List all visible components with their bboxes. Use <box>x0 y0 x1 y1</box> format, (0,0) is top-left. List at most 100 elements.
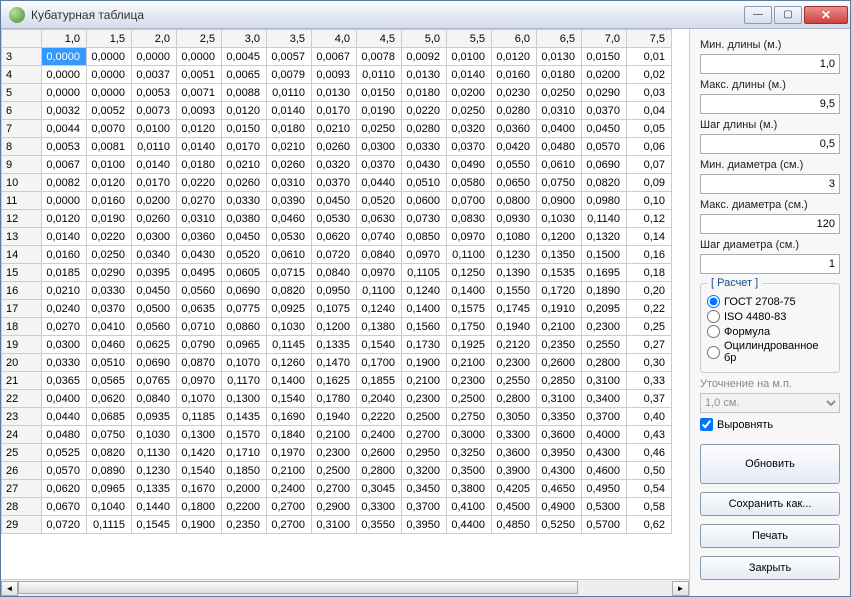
column-header[interactable]: 5,5 <box>447 30 492 48</box>
data-cell[interactable]: 0,0140 <box>42 228 87 246</box>
data-cell[interactable]: 0,0600 <box>402 192 447 210</box>
data-cell[interactable]: 0,0630 <box>357 210 402 228</box>
max-diameter-input[interactable] <box>700 214 840 234</box>
data-cell[interactable]: 0,62 <box>627 516 672 534</box>
data-cell[interactable]: 0,3050 <box>492 408 537 426</box>
data-cell[interactable]: 0,0820 <box>267 282 312 300</box>
column-header[interactable]: 2,5 <box>177 30 222 48</box>
data-cell[interactable]: 0,1745 <box>492 300 537 318</box>
column-header[interactable]: 7,0 <box>582 30 627 48</box>
row-header[interactable]: 5 <box>2 84 42 102</box>
data-cell[interactable]: 0,0840 <box>312 264 357 282</box>
data-cell[interactable]: 0,0067 <box>42 156 87 174</box>
data-cell[interactable]: 0,2700 <box>267 516 312 534</box>
data-cell[interactable]: 0,0565 <box>87 372 132 390</box>
row-header[interactable]: 11 <box>2 192 42 210</box>
data-cell[interactable]: 0,0965 <box>222 336 267 354</box>
data-cell[interactable]: 0,0073 <box>132 102 177 120</box>
data-cell[interactable]: 0,2700 <box>267 498 312 516</box>
horizontal-scrollbar[interactable]: ◄ ► <box>1 579 689 596</box>
maximize-button[interactable]: ▢ <box>774 6 802 24</box>
data-cell[interactable]: 0,0037 <box>132 66 177 84</box>
data-cell[interactable]: 0,1320 <box>582 228 627 246</box>
data-cell[interactable]: 0,0605 <box>222 264 267 282</box>
data-cell[interactable]: 0,3550 <box>357 516 402 534</box>
data-cell[interactable]: 0,0310 <box>537 102 582 120</box>
column-header[interactable]: 6,0 <box>492 30 537 48</box>
data-cell[interactable]: 0,2850 <box>537 372 582 390</box>
data-cell[interactable]: 0,27 <box>627 336 672 354</box>
data-cell[interactable]: 0,1700 <box>357 354 402 372</box>
data-cell[interactable]: 0,0000 <box>42 192 87 210</box>
data-cell[interactable]: 0,0330 <box>402 138 447 156</box>
data-cell[interactable]: 0,0140 <box>132 156 177 174</box>
data-cell[interactable]: 0,0620 <box>312 228 357 246</box>
data-cell[interactable]: 0,2500 <box>312 462 357 480</box>
scroll-right-icon[interactable]: ► <box>672 581 689 596</box>
data-cell[interactable]: 0,0110 <box>357 66 402 84</box>
data-cell[interactable]: 0,2120 <box>492 336 537 354</box>
data-cell[interactable]: 0,10 <box>627 192 672 210</box>
data-cell[interactable]: 0,2300 <box>312 444 357 462</box>
data-cell[interactable]: 0,0100 <box>447 48 492 66</box>
data-cell[interactable]: 0,09 <box>627 174 672 192</box>
data-cell[interactable]: 0,0690 <box>582 156 627 174</box>
data-cell[interactable]: 0,0210 <box>42 282 87 300</box>
data-cell[interactable]: 0,0210 <box>312 120 357 138</box>
data-cell[interactable]: 0,3100 <box>312 516 357 534</box>
data-cell[interactable]: 0,0340 <box>132 246 177 264</box>
row-header[interactable]: 12 <box>2 210 42 228</box>
data-cell[interactable]: 0,0250 <box>87 246 132 264</box>
column-header[interactable]: 4,5 <box>357 30 402 48</box>
data-cell[interactable]: 0,5300 <box>582 498 627 516</box>
data-cell[interactable]: 0,0130 <box>537 48 582 66</box>
data-cell[interactable]: 0,46 <box>627 444 672 462</box>
data-cell[interactable]: 0,1130 <box>132 444 177 462</box>
data-cell[interactable]: 0,1075 <box>312 300 357 318</box>
data-cell[interactable]: 0,0200 <box>132 192 177 210</box>
row-header[interactable]: 20 <box>2 354 42 372</box>
data-cell[interactable]: 0,0900 <box>537 192 582 210</box>
data-cell[interactable]: 0,0450 <box>582 120 627 138</box>
data-cell[interactable]: 0,2500 <box>447 390 492 408</box>
data-cell[interactable]: 0,1115 <box>87 516 132 534</box>
data-cell[interactable]: 0,1940 <box>312 408 357 426</box>
data-cell[interactable]: 0,1910 <box>537 300 582 318</box>
data-cell[interactable]: 0,1200 <box>312 318 357 336</box>
column-header[interactable]: 2,0 <box>132 30 177 48</box>
data-cell[interactable]: 0,0970 <box>357 264 402 282</box>
data-cell[interactable]: 0,2400 <box>267 480 312 498</box>
titlebar[interactable]: Кубатурная таблица — ▢ ✕ <box>1 1 850 29</box>
data-cell[interactable]: 0,0140 <box>267 102 312 120</box>
data-cell[interactable]: 0,2550 <box>492 372 537 390</box>
data-cell[interactable]: 0,0820 <box>582 174 627 192</box>
data-cell[interactable]: 0,3450 <box>402 480 447 498</box>
data-cell[interactable]: 0,0400 <box>537 120 582 138</box>
row-header[interactable]: 26 <box>2 462 42 480</box>
data-cell[interactable]: 0,0270 <box>42 318 87 336</box>
print-button[interactable]: Печать <box>700 524 840 548</box>
data-cell[interactable]: 0,0700 <box>447 192 492 210</box>
data-cell[interactable]: 0,0180 <box>537 66 582 84</box>
data-cell[interactable]: 0,3900 <box>492 462 537 480</box>
min-length-input[interactable] <box>700 54 840 74</box>
row-header[interactable]: 15 <box>2 264 42 282</box>
data-cell[interactable]: 0,1550 <box>492 282 537 300</box>
data-cell[interactable]: 0,0000 <box>42 66 87 84</box>
data-cell[interactable]: 0,0570 <box>582 138 627 156</box>
data-cell[interactable]: 0,3350 <box>537 408 582 426</box>
data-cell[interactable]: 0,25 <box>627 318 672 336</box>
data-cell[interactable]: 0,0300 <box>42 336 87 354</box>
data-cell[interactable]: 0,2550 <box>582 336 627 354</box>
data-cell[interactable]: 0,05 <box>627 120 672 138</box>
calc-radio[interactable] <box>707 310 720 323</box>
data-cell[interactable]: 0,0530 <box>312 210 357 228</box>
data-cell[interactable]: 0,06 <box>627 138 672 156</box>
data-cell[interactable]: 0,0240 <box>42 300 87 318</box>
scroll-thumb[interactable] <box>18 581 578 594</box>
data-cell[interactable]: 0,0530 <box>267 228 312 246</box>
data-cell[interactable]: 0,1335 <box>312 336 357 354</box>
data-cell[interactable]: 0,0160 <box>42 246 87 264</box>
data-cell[interactable]: 0,0870 <box>177 354 222 372</box>
save-as-button[interactable]: Сохранить как... <box>700 492 840 516</box>
